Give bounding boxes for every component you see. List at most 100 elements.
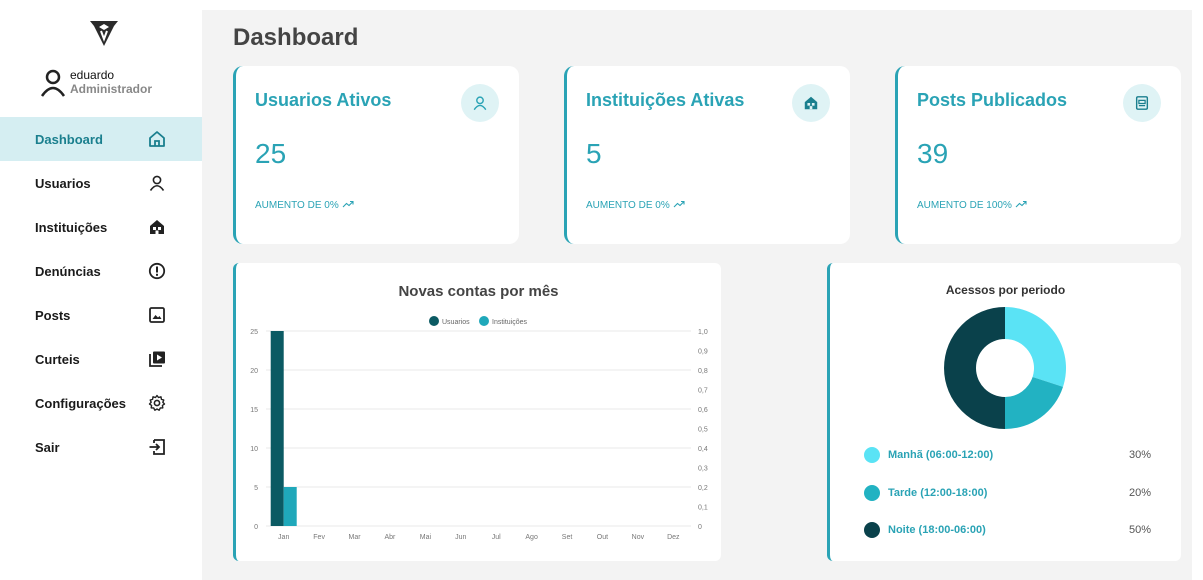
- y2-tick-label: 0,9: [698, 349, 708, 356]
- user-profile[interactable]: eduardo Administrador: [40, 68, 152, 98]
- sidebar-item-denuncias[interactable]: Denúncias: [0, 249, 202, 293]
- page-title: Dashboard: [233, 24, 359, 51]
- x-tick-label: Dez: [667, 534, 680, 541]
- y2-tick-label: 0,5: [698, 427, 708, 434]
- x-tick-label: Mai: [420, 534, 432, 541]
- legend-percent: 30%: [1128, 449, 1151, 461]
- stat-card-value: 25: [255, 138, 287, 169]
- y2-tick-label: 0,3: [698, 466, 708, 473]
- gear-icon: [148, 394, 166, 412]
- sidebar-item-label: Configurações: [35, 395, 127, 411]
- user-name: eduardo: [70, 68, 115, 82]
- legend-percent: 50%: [1128, 524, 1151, 536]
- y-tick-label: 15: [250, 407, 258, 414]
- user-role: Administrador: [70, 82, 153, 96]
- y-tick-label: 20: [250, 368, 258, 375]
- legend-swatch: [479, 316, 489, 326]
- legend-swatch: [429, 316, 439, 326]
- stat-card-footer: AUMENTO DE 0%: [586, 200, 685, 211]
- alert-icon: [148, 262, 166, 280]
- y-tick-label: 5: [254, 485, 258, 492]
- pie-legend-item: Tarde (12:00-18:00) 20%: [864, 484, 1151, 502]
- pie-chart-panel: Acessos por periodo Manhã (06:00-12:00) …: [827, 263, 1181, 561]
- bar-chart-panel: Novas contas por mês Usuarios Instituiçõe…: [233, 263, 721, 561]
- sidebar-item-configuracoes[interactable]: Configurações: [0, 381, 202, 425]
- sidebar-item-label: Denúncias: [35, 263, 101, 279]
- user-icon: [461, 84, 499, 122]
- y2-tick-label: 0,1: [698, 505, 708, 512]
- x-tick-label: Ago: [525, 534, 538, 541]
- legend-percent: 20%: [1128, 487, 1151, 499]
- institution-icon: [792, 84, 830, 122]
- main-content: Dashboard Usuarios Ativos 25 AUMENTO DE …: [202, 10, 1192, 580]
- sidebar-item-usuarios[interactable]: Usuarios: [0, 161, 202, 205]
- sidebar-item-label: Usuarios: [35, 175, 91, 191]
- y2-tick-label: 0,7: [698, 388, 708, 395]
- legend-swatch: [864, 522, 880, 538]
- bar-usuarios-jan: [270, 331, 284, 526]
- sidebar-item-dashboard[interactable]: Dashboard: [0, 117, 202, 161]
- logout-icon: [148, 438, 166, 456]
- sidebar-item-instituicoes[interactable]: Instituições: [0, 205, 202, 249]
- y2-tick-label: 0,6: [698, 407, 708, 414]
- sidebar-item-label: Curteis: [35, 351, 80, 367]
- sidebar-item-label: Posts: [35, 307, 71, 323]
- trend-up-icon: [1015, 200, 1027, 208]
- stat-card-usuarios: Usuarios Ativos 25 AUMENTO DE 0%: [233, 66, 519, 244]
- sidebar: eduardo Administrador Dashboard Usuarios…: [0, 0, 202, 580]
- stat-card-title: Usuarios Ativos: [255, 90, 392, 110]
- sidebar-item-sair[interactable]: Sair: [0, 425, 202, 469]
- image-icon: [148, 306, 166, 324]
- sidebar-item-label: Dashboard: [35, 131, 103, 147]
- legend-swatch: [864, 447, 880, 463]
- y2-tick-label: 0: [698, 524, 702, 531]
- y2-tick-label: 1,0: [698, 329, 708, 336]
- stat-card-posts: Posts Publicados 39 AUMENTO DE 100%: [895, 66, 1181, 244]
- stat-card-title: Posts Publicados: [917, 90, 1068, 110]
- stat-card-instituicoes: Instituições Ativas 5 AUMENTO DE 0%: [564, 66, 850, 244]
- logo-icon: [90, 21, 118, 46]
- y-tick-label: 10: [250, 446, 258, 453]
- x-tick-label: Out: [597, 534, 608, 541]
- x-tick-label: Abr: [385, 534, 397, 541]
- trend-up-icon: [673, 200, 685, 208]
- bar-chart: Usuarios Instituições 0 5 10 15 20 25 0 0,1 0,2 0,3…: [250, 316, 708, 541]
- legend-label: Instituições: [492, 319, 528, 326]
- user-icon: [148, 174, 166, 192]
- donut-chart: [944, 307, 1066, 429]
- legend-label: Manhã (06:00-12:00): [888, 449, 994, 461]
- x-tick-label: Nov: [632, 534, 645, 541]
- donut-slice-2: [944, 307, 1005, 429]
- post-icon: [1123, 84, 1161, 122]
- x-tick-label: Mar: [349, 534, 362, 541]
- x-tick-label: Fev: [313, 534, 325, 541]
- video-library-icon: [148, 350, 166, 368]
- sidebar-item-label: Sair: [35, 439, 60, 455]
- user-avatar-icon: [40, 69, 66, 97]
- legend-label: Usuarios: [442, 319, 470, 326]
- x-tick-label: Set: [562, 534, 573, 541]
- x-tick-label: Jan: [278, 534, 289, 541]
- home-icon: [148, 130, 166, 148]
- stat-card-footer: AUMENTO DE 0%: [255, 200, 354, 211]
- sidebar-nav: Dashboard Usuarios Instituições Denúncia…: [0, 117, 202, 469]
- y2-tick-label: 0,8: [698, 368, 708, 375]
- y-tick-label: 25: [250, 329, 258, 336]
- legend-label: Noite (18:00-06:00): [888, 524, 986, 536]
- x-tick-label: Jun: [455, 534, 466, 541]
- legend-swatch: [864, 485, 880, 501]
- stat-card-title: Instituições Ativas: [586, 90, 745, 110]
- stat-card-value: 5: [586, 138, 602, 169]
- sidebar-item-posts[interactable]: Posts: [0, 293, 202, 337]
- x-tick-label: Jul: [492, 534, 501, 541]
- bar-instituições-jan: [283, 487, 297, 526]
- legend-label: Tarde (12:00-18:00): [888, 487, 988, 499]
- trend-up-icon: [342, 200, 354, 208]
- donut-slice-1: [1005, 376, 1064, 429]
- institution-icon: [148, 218, 166, 236]
- y2-tick-label: 0,4: [698, 446, 708, 453]
- pie-legend-item: Noite (18:00-06:00) 50%: [864, 521, 1151, 539]
- y2-tick-label: 0,2: [698, 485, 708, 492]
- sidebar-item-curteis[interactable]: Curteis: [0, 337, 202, 381]
- chart-legend: Usuarios Instituições: [429, 316, 528, 326]
